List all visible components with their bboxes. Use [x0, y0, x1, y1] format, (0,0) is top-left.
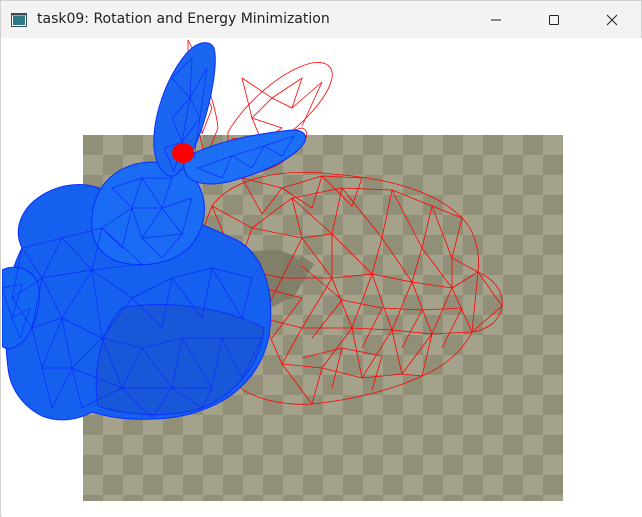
maximize-icon [549, 14, 559, 25]
window-title: task09: Rotation and Energy Minimization [37, 11, 330, 27]
minimize-icon [491, 19, 501, 20]
render-viewport[interactable] [2, 38, 642, 517]
scene-canvas[interactable] [2, 38, 642, 517]
close-button[interactable] [583, 1, 641, 38]
title-bar[interactable]: task09: Rotation and Energy Minimization [1, 1, 641, 38]
app-icon [11, 13, 27, 27]
handle-point[interactable] [172, 143, 194, 163]
maximize-button[interactable] [525, 1, 583, 38]
app-window: task09: Rotation and Energy Minimization [0, 0, 642, 517]
minimize-button[interactable] [467, 1, 525, 38]
close-icon [606, 14, 618, 25]
